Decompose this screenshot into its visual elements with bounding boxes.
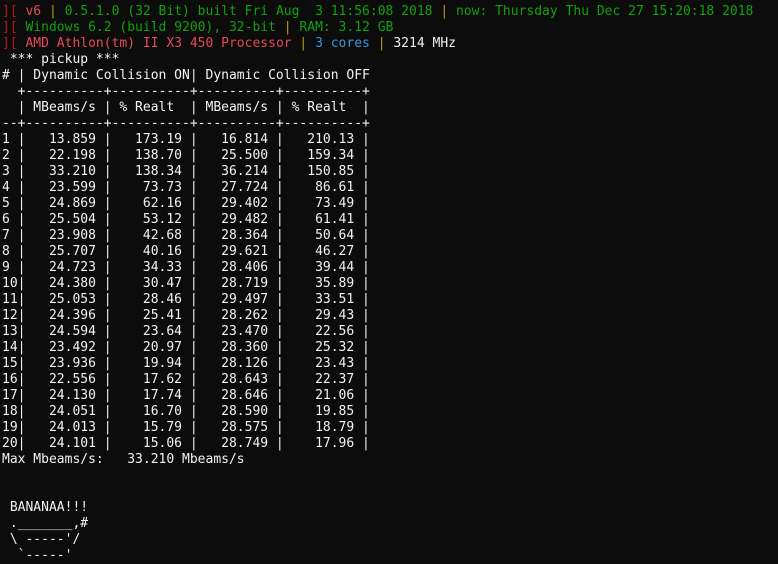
table-row: 8 | 25.707 | 40.16 | 29.621 | 46.27 | <box>2 244 370 259</box>
table-row: 14| 23.492 | 20.97 | 28.360 | 25.32 | <box>2 340 370 355</box>
table-row: 9 | 24.723 | 34.33 | 28.406 | 39.44 | <box>2 260 370 275</box>
prompt-bracket: ][ <box>2 20 18 35</box>
header-line-os: ][ Windows 6.2 (build 9200), 32-bit | RA… <box>2 20 778 36</box>
separator: | <box>440 4 449 19</box>
table-row: 7 | 23.908 | 42.68 | 28.364 | 50.64 | <box>2 228 370 243</box>
table-row: 1 | 13.859 | 173.19 | 16.814 | 210.13 | <box>2 132 370 147</box>
banana-text: BANANAA!!! <box>2 500 89 515</box>
current-time: now: Thursday Thu Dec 27 15:20:18 2018 <box>455 4 754 19</box>
table-row: 3 | 33.210 | 138.34 | 36.214 | 150.85 | <box>2 164 370 179</box>
mhz-info: 3214 MHz <box>393 36 456 51</box>
table-row: 13| 24.594 | 23.64 | 23.470 | 22.56 | <box>2 324 370 339</box>
banana-art-line: ._______,# <box>2 516 89 531</box>
table-row: 4 | 23.599 | 73.73 | 27.724 | 86.61 | <box>2 180 370 195</box>
table-row: 20| 24.101 | 15.06 | 28.749 | 17.96 | <box>2 436 370 451</box>
build-info: 0.5.1.0 (32 Bit) built Fri Aug 3 11:56:0… <box>64 4 433 19</box>
max-mbeams-line: Max Mbeams/s: 33.210 Mbeams/s <box>2 452 245 467</box>
separator: | <box>48 4 57 19</box>
version-label: v6 <box>25 4 42 19</box>
section-title: *** pickup *** <box>2 52 120 67</box>
table-row: 12| 24.396 | 25.41 | 28.262 | 29.43 | <box>2 308 370 323</box>
table-row: 17| 24.130 | 17.74 | 28.646 | 21.06 | <box>2 388 370 403</box>
banana-art-line: `-----' <box>2 548 73 563</box>
table-header-columns: | MBeams/s | % Realt | MBeams/s | % Real… <box>2 100 370 115</box>
table-row: 11| 25.053 | 28.46 | 29.497 | 33.51 | <box>2 292 370 307</box>
header-line-version: ][ v6 | 0.5.1.0 (32 Bit) built Fri Aug 3… <box>2 4 778 20</box>
table-row: 10| 24.380 | 30.47 | 28.719 | 35.89 | <box>2 276 370 291</box>
banana-art-line: \ -----'/ <box>2 532 81 547</box>
table-row: 16| 22.556 | 17.62 | 28.643 | 22.37 | <box>2 372 370 387</box>
table-rule: --+----------+----------+----------+----… <box>2 116 370 131</box>
prompt-bracket: ][ <box>2 36 18 51</box>
table-row: 15| 23.936 | 19.94 | 28.126 | 23.43 | <box>2 356 370 371</box>
os-info: Windows 6.2 (build 9200), 32-bit <box>25 20 276 35</box>
table-row: 5 | 24.869 | 62.16 | 29.402 | 73.49 | <box>2 196 370 211</box>
terminal-window[interactable]: ][ v6 | 0.5.1.0 (32 Bit) built Fri Aug 3… <box>0 0 778 563</box>
table-row: 2 | 22.198 | 138.70 | 25.500 | 159.34 | <box>2 148 370 163</box>
table-rule: +----------+----------+----------+------… <box>2 84 370 99</box>
prompt-bracket: ][ <box>2 4 18 19</box>
table-row: 6 | 25.504 | 53.12 | 29.482 | 61.41 | <box>2 212 370 227</box>
cores-info: 3 cores <box>315 36 370 51</box>
cpu-info: AMD Athlon(tm) II X3 450 Processor <box>25 36 292 51</box>
separator: | <box>299 36 308 51</box>
table-header-groups: # | Dynamic Collision ON| Dynamic Collis… <box>2 68 370 83</box>
ram-info: RAM: 3.12 GB <box>299 20 394 35</box>
separator: | <box>377 36 386 51</box>
separator: | <box>283 20 292 35</box>
header-line-cpu: ][ AMD Athlon(tm) II X3 450 Processor | … <box>2 36 778 52</box>
table-row: 19| 24.013 | 15.79 | 28.575 | 18.79 | <box>2 420 370 435</box>
table-row: 18| 24.051 | 16.70 | 28.590 | 19.85 | <box>2 404 370 419</box>
